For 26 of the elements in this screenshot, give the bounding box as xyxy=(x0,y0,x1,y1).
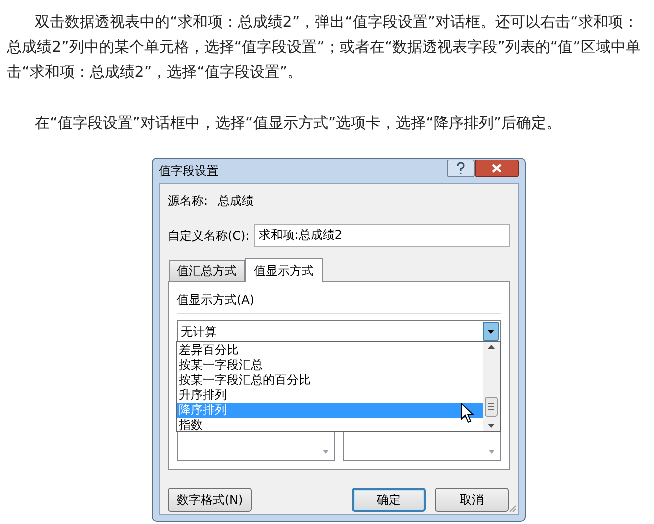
ok-button[interactable]: 确定 xyxy=(352,488,426,512)
close-icon[interactable] xyxy=(475,160,519,178)
tab[interactable]: 值汇总方式 xyxy=(169,260,245,281)
dropdown-option[interactable]: 升序排列 xyxy=(177,388,483,403)
scrollbar[interactable] xyxy=(483,342,500,431)
paragraph: 在“值字段设置”对话框中，选择“值显示方式”选项卡，选择“降序排列”后确定。 xyxy=(34,113,563,134)
scroll-thumb-icon[interactable] xyxy=(485,396,498,416)
dropdown-option[interactable]: 指数 xyxy=(177,418,483,433)
show-values-combo[interactable]: 无计算 xyxy=(177,320,501,343)
resize-grip-icon[interactable] xyxy=(507,503,517,513)
mouse-pointer-icon xyxy=(461,403,475,424)
paragraph: 双击数据透视表中的“求和项：总成绩2”，弹出“值字段设置”对话框。还可以右击“求和项：总成绩2”列中的某个单元格，选择“值字段设置”；或者在“数据透视表字段”列表的“值”区域中单击“求和项：总成绩2”，选择“值字段设置”。 xyxy=(7,12,642,83)
dialog-button[interactable]: 数字格式(N) xyxy=(168,488,252,512)
scroll-down-icon[interactable] xyxy=(487,423,496,429)
tab[interactable]: 值显示方式 xyxy=(245,258,323,282)
custom-name-label: 自定义名称(C): xyxy=(168,228,250,244)
show-values-label: 值显示方式(A) xyxy=(177,292,256,309)
source-name-label: 源名称: xyxy=(168,193,208,210)
dropdown-option[interactable]: 按某一字段汇总 xyxy=(177,358,483,373)
dropdown-option[interactable]: 按某一字段汇总的百分比 xyxy=(177,373,483,388)
custom-name-field[interactable]: 求和项:总成绩2 xyxy=(254,224,510,247)
dropdown-option[interactable]: 差异百分比 xyxy=(177,343,483,358)
dialog-button[interactable]: 取消 xyxy=(435,488,509,512)
source-name-value: 总成绩 xyxy=(218,193,254,210)
help-icon[interactable] xyxy=(447,160,475,178)
window-title: 值字段设置 xyxy=(159,163,219,180)
